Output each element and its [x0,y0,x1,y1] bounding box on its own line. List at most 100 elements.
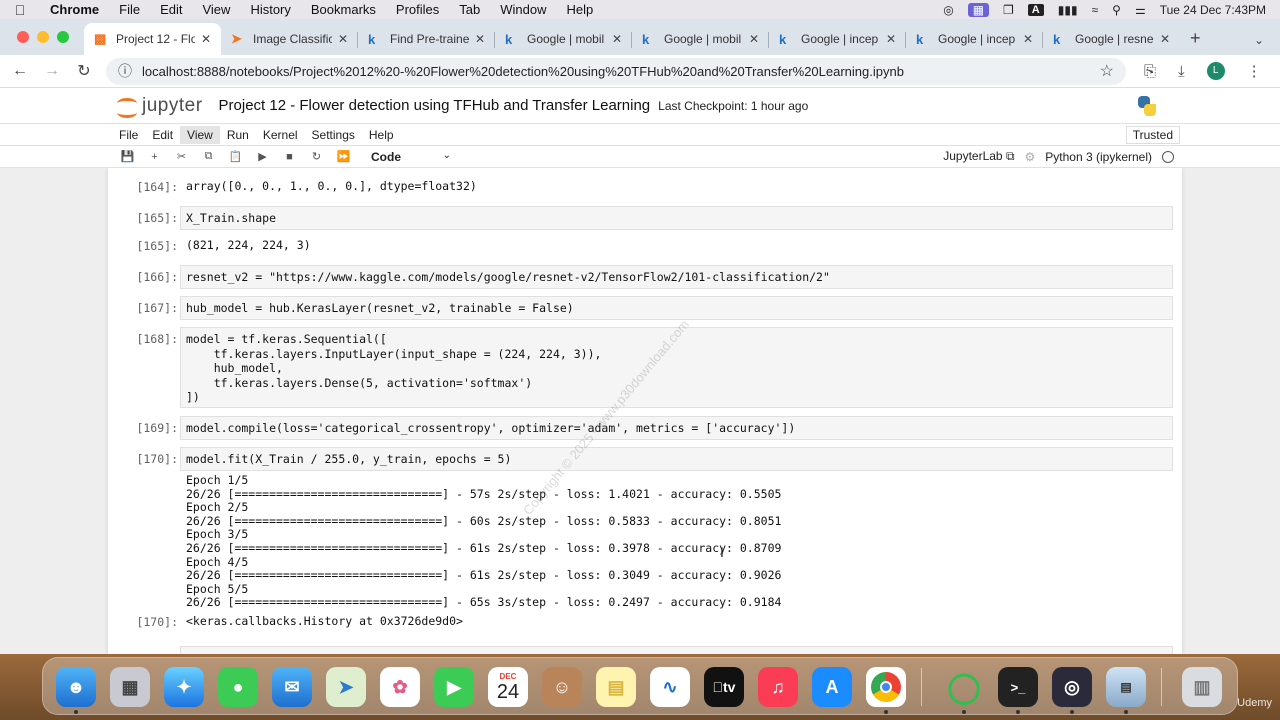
tab-google-mobilenet-2[interactable]: k Google | mobil ✕ [632,23,769,55]
new-tab-button[interactable]: + [1180,28,1211,55]
tab-image-classification[interactable]: ➤ Image Classific ✕ [221,23,358,55]
obs-icon[interactable]: ◎ [943,3,953,17]
search-icon[interactable]: ⚲ [1112,3,1121,17]
jupyter-logo[interactable]: jupyter [116,95,203,118]
tab-find-pretrained[interactable]: k Find Pre-traine ✕ [358,23,495,55]
apple-icon[interactable]:  [0,2,40,18]
jmenu-help[interactable]: Help [362,126,401,144]
code-editor[interactable]: resnet_v2 = "https://www.kaggle.com/mode… [180,265,1173,289]
run-all-icon[interactable]: ⏩ [330,150,357,163]
maps-icon[interactable]: ➤ [326,667,366,707]
avatar[interactable]: L [1206,62,1225,80]
close-tab-icon[interactable]: ✕ [749,32,759,46]
jmenu-edit[interactable]: Edit [145,126,180,144]
tab-google-inception-1[interactable]: k Google | incep ✕ [769,23,906,55]
restart-icon[interactable]: ↻ [303,150,330,163]
close-tab-icon[interactable]: ✕ [612,32,622,46]
finder-icon[interactable]: ☻ [56,667,96,707]
insert-cell-icon[interactable]: + [141,151,168,163]
window-icon[interactable]: ❐ [1003,3,1014,17]
control-center-icon[interactable]: ⚌ [1135,3,1146,17]
music-icon[interactable]: ♫ [758,667,798,707]
input-source-icon[interactable]: A [1027,3,1044,16]
jmenu-kernel[interactable]: Kernel [256,126,305,144]
minimize-window-button[interactable] [37,31,49,43]
notes-icon[interactable]: ▤ [596,667,636,707]
chrome-icon[interactable] [866,667,906,707]
tab-search-chevron-icon[interactable]: ⌄ [1254,33,1264,55]
back-arrow-icon[interactable]: ← [4,62,36,80]
contacts-icon[interactable]: ☺ [542,667,582,707]
tab-google-mobilenet-1[interactable]: k Google | mobil ✕ [495,23,632,55]
tab-project-12[interactable]: ▩ Project 12 - Flo ✕ [84,23,221,55]
menu-help[interactable]: Help [557,2,604,17]
paste-icon[interactable]: 📋 [222,150,249,163]
extensions-icon[interactable]: ⎘ [1144,63,1156,80]
freeform-icon[interactable]: ∿ [650,667,690,707]
apple-tv-icon[interactable]: tv [704,667,744,707]
omnibox[interactable]: ⓘ localhost:8888/notebooks/Project%2012%… [106,57,1126,85]
clock[interactable]: Tue 24 Dec 7:43PM [1160,3,1266,17]
wifi-icon[interactable]: ≈ [1092,3,1099,17]
menu-file[interactable]: File [109,2,150,17]
terminal-icon[interactable]: >_ [998,667,1038,707]
menu-app-name[interactable]: Chrome [40,2,109,17]
menu-edit[interactable]: Edit [150,2,192,17]
download-icon[interactable]: ⤓ [1178,63,1185,80]
code-editor[interactable]: X_Train.shape [180,206,1173,230]
launchpad-icon[interactable]: ▦ [110,667,150,707]
close-tab-icon[interactable]: ✕ [1160,32,1170,46]
save-icon[interactable]: 💾 [114,150,141,163]
close-tab-icon[interactable]: ✕ [1023,32,1033,46]
run-icon[interactable]: ▶ [249,150,276,163]
preview-icon[interactable]: ▤ [1106,667,1146,707]
photos-icon[interactable]: ✿ [380,667,420,707]
cell-type-select[interactable]: Code ⌄ [371,150,451,164]
jmenu-settings[interactable]: Settings [305,126,362,144]
cut-icon[interactable]: ✂ [168,150,195,163]
menu-history[interactable]: History [240,2,300,17]
close-window-button[interactable] [17,31,29,43]
close-tab-icon[interactable]: ✕ [338,32,348,46]
url-text[interactable]: localhost:8888/notebooks/Project%2012%20… [142,64,1100,79]
close-tab-icon[interactable]: ✕ [201,32,211,46]
copy-icon[interactable]: ⧉ [195,150,222,163]
code-editor[interactable]: model.compile(loss='categorical_crossent… [180,416,1173,440]
obs-app-icon[interactable]: ◎ [1052,667,1092,707]
code-editor[interactable] [180,646,1173,654]
app-store-icon[interactable]: A [812,667,852,707]
safari-icon[interactable]: ✦ [164,667,204,707]
tab-google-inception-2[interactable]: k Google | incep ✕ [906,23,1043,55]
messages-icon[interactable]: ● [218,667,258,707]
site-info-icon[interactable]: ⓘ [118,61,132,81]
jmenu-file[interactable]: File [112,126,145,144]
menu-tab[interactable]: Tab [449,2,490,17]
calendar-icon[interactable]: DEC 24 [488,667,528,707]
activity-ring-icon[interactable]: ◯ [944,667,984,707]
trusted-badge[interactable]: Trusted [1125,125,1180,144]
menu-view[interactable]: View [192,2,240,17]
menu-bookmarks[interactable]: Bookmarks [301,2,386,17]
menu-window[interactable]: Window [490,2,556,17]
notebook-area[interactable]: [164]: array([0., 0., 1., 0., 0.], dtype… [0,168,1280,654]
jmenu-run[interactable]: Run [220,126,256,144]
zoom-window-button[interactable] [57,31,69,43]
code-editor[interactable]: model.fit(X_Train / 255.0, y_train, epoc… [180,447,1173,471]
stop-icon[interactable]: ■ [276,151,303,163]
screen-share-icon[interactable]: ▦ [967,2,990,17]
code-editor[interactable]: hub_model = hub.KerasLayer(resnet_v2, tr… [180,296,1173,320]
forward-arrow-icon[interactable]: → [36,62,68,80]
mail-icon[interactable]: ✉ [272,667,312,707]
bookmark-star-icon[interactable]: ☆ [1100,61,1114,81]
trash-icon[interactable]: ▥ [1182,667,1222,707]
more-vert-icon[interactable]: ⋮ [1247,62,1262,80]
facetime-icon[interactable]: ▶ [434,667,474,707]
notebook-title[interactable]: Project 12 - Flower detection using TFHu… [219,97,651,114]
gear-icon[interactable]: ⚙ [1025,150,1036,164]
menu-profiles[interactable]: Profiles [386,2,449,17]
reload-icon[interactable]: ↻ [68,61,100,81]
tab-google-resnet[interactable]: k Google | resne ✕ [1043,23,1180,55]
close-tab-icon[interactable]: ✕ [886,32,896,46]
battery-icon[interactable]: ▮▮▮ [1058,3,1078,17]
jmenu-view[interactable]: View [180,125,220,144]
